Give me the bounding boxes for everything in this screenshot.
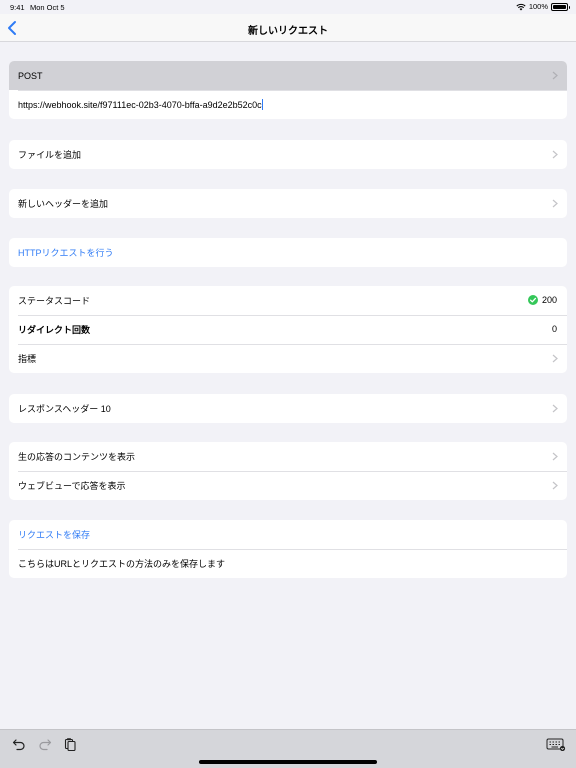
- metrics-row[interactable]: 指標: [9, 344, 567, 373]
- keyboard-toolbar: [0, 729, 576, 768]
- text-cursor: [261, 99, 263, 110]
- make-request-label: HTTPリクエストを行う: [18, 248, 114, 258]
- view-response-group: 生の応答のコンテンツを表示 ウェブビューで応答を表示: [9, 442, 567, 500]
- battery-percent: 100%: [528, 2, 548, 11]
- checkmark-circle-icon: [527, 295, 538, 305]
- save-request-label: リクエストを保存: [18, 530, 91, 540]
- chevron-right-icon: [552, 71, 558, 80]
- save-note: こちらはURLとリクエストの方法のみを保存します: [18, 559, 226, 569]
- url-value: https://webhook.site/f97111ec-02b3-4070-…: [18, 99, 262, 110]
- keyboard-icon[interactable]: [546, 737, 566, 751]
- chevron-right-icon: [552, 354, 558, 363]
- chevron-right-icon: [552, 150, 558, 159]
- raw-content-row[interactable]: 生の応答のコンテンツを表示: [9, 442, 567, 471]
- add-file-button[interactable]: ファイルを追加: [9, 140, 567, 169]
- redirect-row: リダイレクト回数 0: [9, 315, 567, 344]
- status-right: 100%: [516, 2, 570, 11]
- status-code-value-wrap: 200: [527, 295, 557, 305]
- status-code-row: ステータスコード 200: [9, 286, 567, 315]
- add-header-label: 新しいヘッダーを追加: [18, 199, 109, 209]
- raw-content-label: 生の応答のコンテンツを表示: [18, 452, 136, 462]
- save-request-button[interactable]: リクエストを保存: [9, 520, 567, 549]
- home-indicator: [199, 760, 377, 764]
- metrics-label: 指標: [18, 354, 37, 364]
- nav-bar: 新しいリクエスト: [0, 14, 576, 42]
- request-group: POST https://webhook.site/f97111ec-02b3-…: [9, 61, 567, 119]
- chevron-right-icon: [552, 199, 558, 208]
- chevron-right-icon: [552, 452, 558, 461]
- add-header-group: 新しいヘッダーを追加: [9, 189, 567, 218]
- webview-label: ウェブビューで応答を表示: [18, 481, 126, 491]
- chevron-right-icon: [552, 404, 558, 413]
- add-file-label: ファイルを追加: [18, 150, 82, 160]
- result-group: ステータスコード 200 リダイレクト回数 0 指標: [9, 286, 567, 373]
- url-input[interactable]: https://webhook.site/f97111ec-02b3-4070-…: [9, 90, 567, 119]
- webview-row[interactable]: ウェブビューで応答を表示: [9, 471, 567, 500]
- status-time: 9:41: [10, 3, 25, 12]
- method-row[interactable]: POST: [9, 61, 567, 90]
- page-title: 新しいリクエスト: [248, 26, 328, 37]
- make-request-group: HTTPリクエストを行う: [9, 238, 567, 267]
- save-group: リクエストを保存 こちらはURLとリクエストの方法のみを保存します: [9, 520, 567, 578]
- status-code-value: 200: [541, 295, 557, 305]
- method-label: POST: [18, 70, 43, 81]
- status-date: Mon Oct 5: [30, 3, 65, 12]
- battery-icon: [551, 2, 570, 11]
- status-code-label: ステータスコード: [18, 296, 91, 306]
- redirect-label: リダイレクト回数: [18, 325, 91, 335]
- status-bar: 9:41 Mon Oct 5 100%: [0, 0, 576, 14]
- response-headers-label: レスポンスヘッダー 10: [18, 404, 111, 414]
- response-headers-row[interactable]: レスポンスヘッダー 10: [9, 394, 567, 423]
- make-request-button[interactable]: HTTPリクエストを行う: [9, 238, 567, 267]
- paste-icon[interactable]: [63, 737, 77, 751]
- add-file-group: ファイルを追加: [9, 140, 567, 169]
- redo-icon[interactable]: [38, 737, 52, 751]
- chevron-right-icon: [552, 481, 558, 490]
- wifi-icon: [516, 3, 526, 10]
- undo-icon[interactable]: [12, 737, 26, 751]
- redirect-value: 0: [551, 324, 557, 334]
- response-headers-group: レスポンスヘッダー 10: [9, 394, 567, 423]
- save-note-row: こちらはURLとリクエストの方法のみを保存します: [9, 549, 567, 578]
- add-header-button[interactable]: 新しいヘッダーを追加: [9, 189, 567, 218]
